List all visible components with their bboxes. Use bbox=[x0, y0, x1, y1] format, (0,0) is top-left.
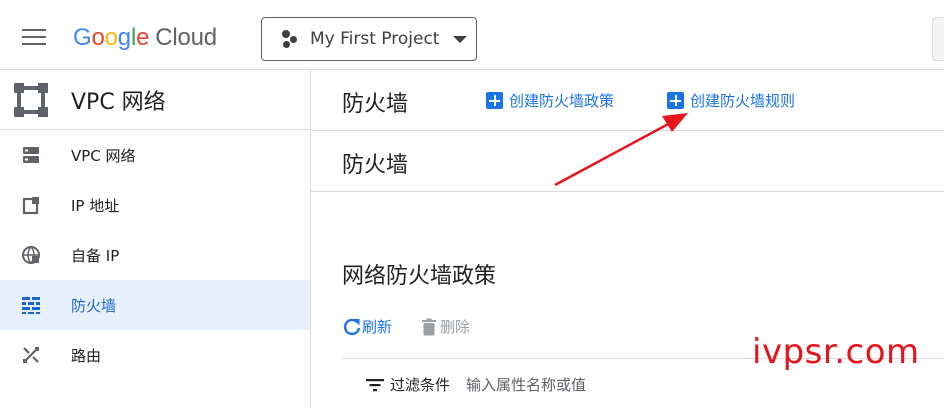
ip-address-icon bbox=[22, 197, 39, 215]
add-box-icon bbox=[667, 92, 684, 109]
filter-icon bbox=[366, 378, 384, 391]
sidebar-item-vpc-network[interactable]: VPC 网络 bbox=[0, 130, 310, 180]
delete-button[interactable]: 删除 bbox=[420, 316, 470, 337]
add-box-icon bbox=[486, 92, 503, 109]
filter-input[interactable] bbox=[466, 375, 667, 394]
sidebar: VPC 网络 VPC 网络 IP 地址 自备 IP 防火墙 路由 bbox=[0, 70, 311, 408]
product-title: VPC 网络 bbox=[71, 89, 166, 115]
sidebar-item-label: 防火墙 bbox=[71, 296, 117, 315]
project-picker-button[interactable]: My First Project bbox=[261, 17, 477, 61]
google-cloud-logo[interactable]: Google Cloud bbox=[73, 24, 217, 52]
top-bar: Google Cloud My First Project bbox=[0, 0, 944, 70]
sidebar-item-label: 路由 bbox=[71, 346, 102, 365]
chevron-down-icon bbox=[453, 35, 468, 43]
product-header: VPC 网络 bbox=[0, 70, 310, 130]
globe-icon bbox=[22, 246, 40, 264]
routes-icon bbox=[23, 347, 39, 363]
page-header: 防火墙 创建防火墙政策 创建防火墙规则 bbox=[311, 70, 944, 131]
firewall-icon bbox=[22, 297, 40, 314]
sidebar-item-byoip[interactable]: 自备 IP bbox=[0, 230, 310, 280]
project-name: My First Project bbox=[310, 29, 440, 49]
trash-icon bbox=[422, 318, 437, 335]
search-bar[interactable] bbox=[932, 17, 944, 61]
policy-toolbar: 刷新 删除 bbox=[342, 316, 470, 337]
sub-header: 防火墙 bbox=[311, 131, 944, 192]
sub-title: 防火墙 bbox=[342, 153, 409, 178]
project-icon bbox=[280, 29, 300, 49]
sidebar-item-label: IP 地址 bbox=[71, 196, 120, 215]
vpc-network-icon bbox=[23, 147, 39, 163]
create-firewall-policy-button[interactable]: 创建防火墙政策 bbox=[486, 90, 614, 111]
filter-bar: 过滤条件 bbox=[366, 374, 667, 395]
refresh-button[interactable]: 刷新 bbox=[342, 316, 392, 337]
watermark-text: ivpsr.com bbox=[752, 332, 920, 372]
sidebar-item-label: 自备 IP bbox=[71, 246, 120, 265]
section-title: 网络防火墙政策 bbox=[342, 264, 497, 289]
sidebar-item-label: VPC 网络 bbox=[71, 146, 136, 165]
sidebar-item-routes[interactable]: 路由 bbox=[0, 330, 310, 380]
sidebar-item-ip-address[interactable]: IP 地址 bbox=[0, 180, 310, 230]
main-menu-icon[interactable] bbox=[22, 29, 46, 47]
refresh-icon bbox=[343, 318, 361, 335]
page-title: 防火墙 bbox=[342, 92, 409, 117]
sidebar-item-firewall[interactable]: 防火墙 bbox=[0, 280, 310, 330]
create-firewall-rule-button[interactable]: 创建防火墙规则 bbox=[667, 90, 795, 111]
vpc-product-icon bbox=[14, 82, 48, 117]
filter-label: 过滤条件 bbox=[390, 376, 451, 394]
